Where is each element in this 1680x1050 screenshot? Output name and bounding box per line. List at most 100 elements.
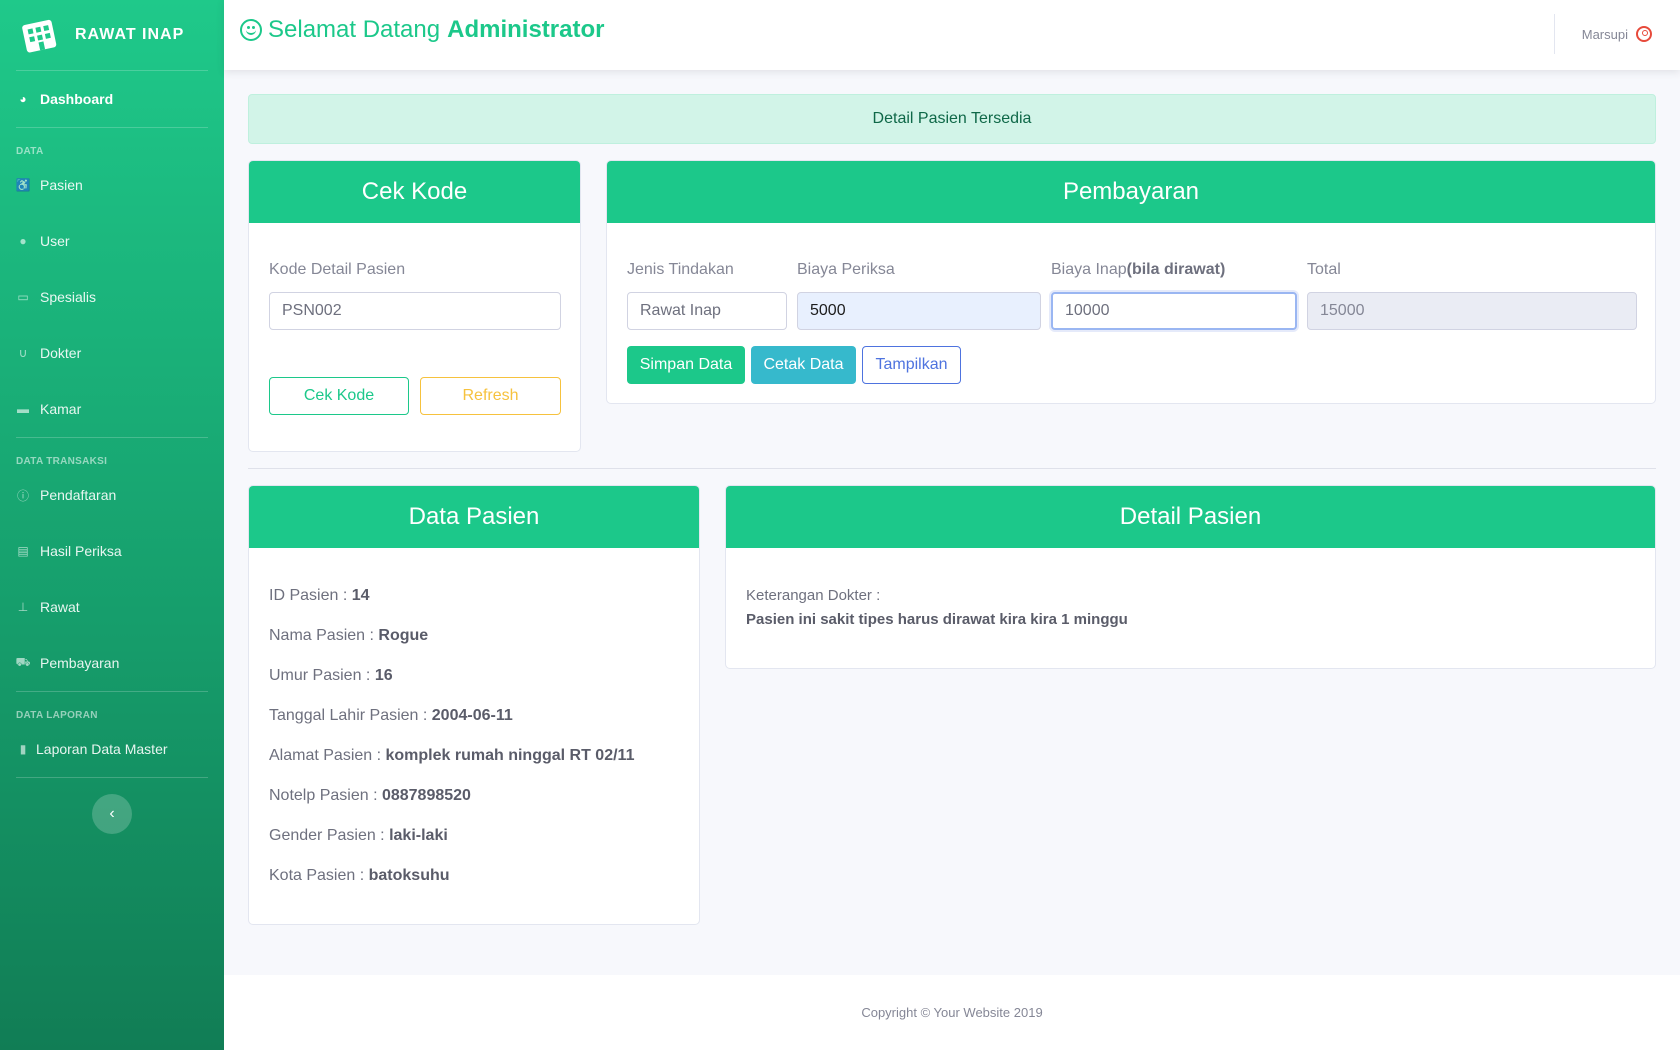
- user-circle-icon: ●: [19, 234, 27, 248]
- chalkboard-teacher-icon: ▭: [17, 290, 29, 304]
- sidebar-toggle-button[interactable]: ‹: [92, 794, 132, 834]
- row-value: 2004-06-11: [431, 707, 513, 724]
- card-title: Detail Pasien: [726, 486, 1655, 548]
- card-title: Data Pasien: [249, 486, 699, 548]
- sidebar-divider: [16, 777, 208, 778]
- pasien-row-kota: Kota Pasien : batoksuhu: [269, 867, 450, 885]
- chevron-left-icon: ‹: [109, 805, 115, 822]
- sidebar: RAWAT INAP ◕ Dashboard DATA ♿ Pasien ● U…: [0, 0, 224, 1050]
- pasien-row-nama: Nama Pasien : Rogue: [269, 627, 428, 645]
- welcome-message: Selamat Datang Administrator: [240, 16, 604, 44]
- row-value: 14: [351, 587, 370, 604]
- sidebar-item-label: Pasien: [40, 177, 83, 193]
- biaya-inap-note: (bila dirawat): [1126, 261, 1226, 278]
- biaya-inap-label: Biaya Inap(bila dirawat): [1051, 261, 1225, 279]
- card-title: Pembayaran: [607, 161, 1655, 223]
- cetak-data-button[interactable]: Cetak Data: [751, 346, 856, 384]
- hospital-icon: [17, 14, 63, 56]
- sidebar-item-spesialis[interactable]: ▭ Spesialis: [0, 269, 224, 325]
- keterangan-text: Pasien ini sakit tipes harus dirawat kir…: [746, 611, 1128, 628]
- cart-icon: ⛟: [15, 655, 31, 669]
- row-value: 0887898520: [381, 787, 471, 804]
- kode-label: Kode Detail Pasien: [269, 261, 406, 278]
- total-label: Total: [1307, 261, 1341, 278]
- procedures-icon: ⊥: [17, 600, 29, 614]
- sidebar-item-pendaftaran[interactable]: ⓘ Pendaftaran: [0, 467, 224, 523]
- sidebar-item-label: Spesialis: [40, 289, 97, 305]
- stethoscope-icon: ∪: [18, 346, 28, 360]
- user-name: Marsupi: [1581, 26, 1628, 42]
- row-label: Gender Pasien :: [269, 827, 390, 844]
- keterangan-value: Pasien ini sakit tipes harus dirawat kir…: [746, 611, 1128, 628]
- sidebar-item-label: Laporan Data Master: [36, 741, 168, 757]
- sidebar-divider: [16, 437, 208, 438]
- file-icon: ▮: [19, 742, 27, 756]
- user-circle-icon: [1636, 26, 1652, 42]
- sidebar-item-user[interactable]: ● User: [0, 213, 224, 269]
- sidebar-heading-data: DATA: [16, 146, 44, 157]
- sidebar-item-label: Dokter: [40, 345, 82, 361]
- main-content: Detail Pasien Tersedia Cek Kode Kode Det…: [224, 70, 1680, 975]
- biaya-inap-input[interactable]: 10000: [1051, 292, 1297, 330]
- sidebar-item-label: Pendaftaran: [40, 487, 117, 503]
- tampilkan-button[interactable]: Tampilkan: [862, 346, 961, 384]
- bed-icon: ▬: [17, 402, 29, 416]
- info-circle-icon: ⓘ: [16, 488, 29, 503]
- sidebar-item-pembayaran[interactable]: ⛟ Pembayaran: [0, 635, 224, 691]
- refresh-button[interactable]: Refresh: [420, 377, 561, 415]
- row-label: Tanggal Lahir Pasien :: [269, 707, 432, 724]
- pasien-row-notelp: Notelp Pasien : 0887898520: [269, 787, 471, 805]
- file-medical-icon: ▤: [17, 544, 29, 558]
- welcome-name: Administrator: [447, 16, 605, 43]
- row-label: Notelp Pasien :: [269, 787, 382, 804]
- smile-icon: [240, 19, 262, 41]
- footer: Copyright © Your Website 2019: [224, 975, 1680, 1050]
- cek-kode-card: Cek Kode Kode Detail Pasien PSN002 Cek K…: [248, 160, 581, 452]
- row-label: Alamat Pasien :: [269, 747, 386, 764]
- sidebar-item-label: Hasil Periksa: [40, 543, 122, 559]
- sidebar-heading-transaksi: DATA TRANSAKSI: [16, 456, 108, 467]
- pasien-row-id: ID Pasien : 14: [269, 587, 370, 605]
- sidebar-item-dashboard[interactable]: ◕ Dashboard: [0, 71, 224, 127]
- brand[interactable]: RAWAT INAP: [0, 0, 224, 70]
- topbar: Selamat Datang Administrator Marsupi: [224, 0, 1680, 70]
- sidebar-item-kamar[interactable]: ▬ Kamar: [0, 381, 224, 437]
- topbar-divider: [1554, 14, 1555, 54]
- sidebar-item-label: Kamar: [40, 401, 82, 417]
- detail-pasien-card: Detail Pasien Keterangan Dokter : Pasien…: [725, 485, 1656, 669]
- sidebar-divider: [16, 691, 208, 692]
- pasien-row-tanggal-lahir: Tanggal Lahir Pasien : 2004-06-11: [269, 707, 513, 725]
- tachometer-icon: ◕: [19, 92, 27, 106]
- keterangan-label: Keterangan Dokter :: [746, 587, 881, 604]
- sidebar-item-pasien[interactable]: ♿ Pasien: [0, 157, 224, 213]
- sidebar-item-laporan-data-master[interactable]: ▮ Laporan Data Master: [0, 721, 224, 777]
- success-alert: Detail Pasien Tersedia: [248, 94, 1656, 144]
- row-label: ID Pasien :: [269, 587, 352, 604]
- section-divider: [248, 468, 1656, 469]
- jenis-tindakan-input[interactable]: Rawat Inap: [627, 292, 787, 330]
- sidebar-item-label: Rawat: [40, 599, 80, 615]
- sidebar-item-dokter[interactable]: ∪ Dokter: [0, 325, 224, 381]
- sidebar-divider: [16, 127, 208, 128]
- sidebar-item-hasil-periksa[interactable]: ▤ Hasil Periksa: [0, 523, 224, 579]
- sidebar-item-rawat[interactable]: ⊥ Rawat: [0, 579, 224, 635]
- row-label: Umur Pasien :: [269, 667, 375, 684]
- welcome-prefix: Selamat Datang: [268, 16, 441, 43]
- jenis-tindakan-label: Jenis Tindakan: [627, 261, 734, 278]
- data-pasien-card: Data Pasien ID Pasien : 14 Nama Pasien :…: [248, 485, 700, 925]
- sidebar-item-label: User: [40, 233, 70, 249]
- biaya-periksa-input[interactable]: 5000: [797, 292, 1041, 330]
- pasien-row-alamat: Alamat Pasien : komplek rumah ninggal RT…: [269, 747, 634, 765]
- row-value: 16: [374, 667, 393, 684]
- total-input[interactable]: 15000: [1307, 292, 1637, 330]
- user-dropdown[interactable]: Marsupi: [1582, 26, 1652, 42]
- cek-kode-button[interactable]: Cek Kode: [269, 377, 409, 415]
- kode-input[interactable]: PSN002: [269, 292, 561, 330]
- sidebar-item-label: Pembayaran: [40, 655, 120, 671]
- brand-title: RAWAT INAP: [75, 26, 185, 43]
- sidebar-heading-laporan: DATA LAPORAN: [16, 710, 98, 721]
- pasien-row-gender: Gender Pasien : laki-laki: [269, 827, 448, 845]
- simpan-data-button[interactable]: Simpan Data: [627, 346, 745, 384]
- alert-text: Detail Pasien Tersedia: [872, 110, 1032, 127]
- row-value: Rogue: [378, 627, 429, 644]
